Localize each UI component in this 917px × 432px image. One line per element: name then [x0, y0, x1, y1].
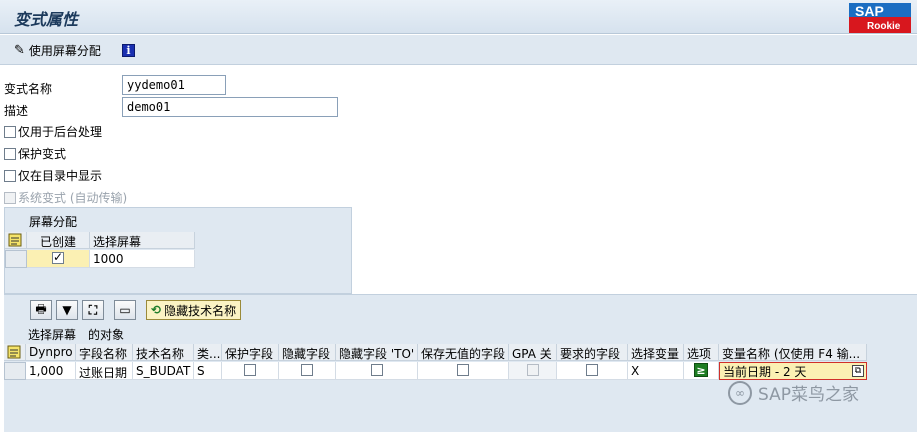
printer-icon: 🖶 [35, 301, 47, 316]
column-created[interactable]: 已创建 [27, 232, 90, 249]
greater-equal-icon[interactable]: ≥ [694, 363, 708, 377]
use-screen-assignment-label: 使用屏幕分配 [28, 43, 101, 58]
main-content: 变式名称 yydemo01 描述 demo01 仅用于后台处理 保护变式 仅在目… [0, 66, 917, 432]
background-only-label: 仅用于后台处理 [18, 125, 103, 139]
print-button[interactable]: 🖶 [30, 300, 52, 320]
selection-screen-cell: 1000 [90, 250, 195, 268]
created-checkbox[interactable] [52, 250, 64, 264]
use-screen-assignment-button[interactable]: ✎ 使用屏幕分配 [14, 41, 101, 59]
screen-objects-panel: 🖶 ▼ ⛶ ▭ ⟲ 隐藏技术名称 选择屏幕 的对象 Dynpro 字段名称 技术… [4, 294, 917, 432]
column-type[interactable]: 类... [194, 344, 222, 361]
protect-variant-checkbox[interactable] [4, 147, 16, 160]
background-only-checkbox-row[interactable]: 仅用于后台处理 [4, 123, 102, 140]
wechat-icon: ∞ [728, 380, 752, 405]
column-field-name[interactable]: 字段名称 [76, 344, 133, 361]
required-field-checkbox[interactable] [586, 364, 598, 376]
system-variant-checkbox-row: 系统变式 (自动传输) [4, 189, 127, 206]
filter-button[interactable]: ▼ [56, 300, 78, 320]
hide-field-cell[interactable] [279, 362, 336, 380]
hide-tech-names-label: 隐藏技术名称 [164, 303, 237, 318]
option-cell[interactable]: ≥ [684, 362, 719, 380]
variable-name-value: 当前日期 - 2 天 [723, 364, 807, 379]
export-button[interactable]: ▭ [114, 300, 136, 320]
column-save-without-value[interactable]: 保存无值的字段 [418, 344, 509, 361]
variant-name-field[interactable]: yydemo01 [122, 75, 226, 95]
save-without-value-cell[interactable] [418, 362, 509, 380]
screen-assignment-title: 屏幕分配 [29, 215, 78, 229]
type-cell: S [194, 362, 222, 380]
column-tech-name[interactable]: 技术名称 [133, 344, 194, 361]
system-variant-checkbox [4, 191, 16, 204]
tech-names-icon: ⟲ [151, 303, 162, 317]
description-label: 描述 [4, 104, 29, 118]
column-selection-variable[interactable]: 选择变量 [628, 344, 684, 361]
required-field-cell[interactable] [557, 362, 628, 380]
column-option[interactable]: 选项 [684, 344, 719, 361]
column-variable-name[interactable]: 变量名称 (仅使用 F4 输... [719, 344, 867, 361]
find-button[interactable]: ⛶ [82, 300, 104, 320]
field-name-cell: 过账日期 [76, 362, 133, 380]
filter-icon: ▼ [62, 303, 72, 317]
table-settings-icon[interactable] [5, 232, 27, 249]
column-gpa[interactable]: GPA 关 [509, 344, 557, 361]
variable-name-cell[interactable]: 当前日期 - 2 天 ⧉ [719, 362, 867, 380]
gpa-cell [509, 362, 557, 380]
application-toolbar: ✎ 使用屏幕分配 i [0, 35, 917, 65]
document-icon: ▭ [119, 303, 131, 317]
watermark-text: SAP菜鸟之家 [758, 385, 859, 405]
gpa-checkbox [526, 364, 539, 376]
info-button[interactable]: i [122, 41, 135, 59]
system-variant-label: 系统变式 (自动传输) [18, 191, 128, 205]
column-hide-field-to[interactable]: 隐藏字段 'TO' [336, 344, 418, 361]
catalog-only-label: 仅在目录中显示 [18, 169, 103, 183]
title-bar: 变式属性 SAP Rookie [0, 0, 917, 34]
protect-field-cell[interactable] [222, 362, 279, 380]
description-field[interactable]: demo01 [122, 97, 338, 117]
f4-help-icon[interactable]: ⧉ [852, 365, 864, 377]
created-cell[interactable] [27, 250, 90, 268]
hide-tech-names-button[interactable]: ⟲ 隐藏技术名称 [146, 300, 242, 320]
background-only-checkbox[interactable] [4, 125, 16, 138]
catalog-only-checkbox[interactable] [4, 169, 16, 182]
svg-text:Rookie: Rookie [867, 21, 901, 32]
watermark: ∞ SAP菜鸟之家 [728, 380, 859, 405]
binoculars-icon: ⛶ [88, 302, 98, 317]
variant-name-label: 变式名称 [4, 82, 53, 96]
screen-assignment-panel: 屏幕分配 已创建 选择屏幕 1000 [4, 207, 352, 294]
svg-text:SAP: SAP [855, 3, 884, 19]
tech-name-cell: S_BUDAT [133, 362, 194, 380]
hide-field-to-cell[interactable] [336, 362, 418, 380]
objects-table-settings-icon[interactable] [4, 344, 26, 361]
save-without-value-checkbox[interactable] [457, 364, 469, 376]
column-required-field[interactable]: 要求的字段 [557, 344, 628, 361]
protect-variant-label: 保护变式 [18, 147, 67, 161]
column-dynpro[interactable]: Dynpro [26, 344, 76, 361]
objects-section-label: 选择屏幕 的对象 [28, 328, 125, 342]
window-title: 变式属性 [14, 10, 79, 29]
hide-field-checkbox[interactable] [301, 364, 313, 376]
protect-field-checkbox[interactable] [244, 364, 256, 376]
info-icon: i [122, 43, 135, 57]
protect-variant-checkbox-row[interactable]: 保护变式 [4, 145, 66, 162]
sap-rookie-logo: SAP Rookie [849, 3, 911, 33]
objects-row-selector[interactable] [4, 362, 26, 380]
column-selection-screen[interactable]: 选择屏幕 [90, 232, 195, 249]
selection-variable-cell[interactable]: X [628, 362, 684, 380]
column-protect-field[interactable]: 保护字段 [222, 344, 279, 361]
hide-field-to-checkbox[interactable] [370, 364, 383, 376]
catalog-only-checkbox-row[interactable]: 仅在目录中显示 [4, 167, 102, 184]
dynpro-cell: 1,000 [26, 362, 76, 380]
row-selector[interactable] [5, 250, 27, 268]
column-hide-field[interactable]: 隐藏字段 [279, 344, 336, 361]
pencil-icon: ✎ [14, 42, 25, 58]
